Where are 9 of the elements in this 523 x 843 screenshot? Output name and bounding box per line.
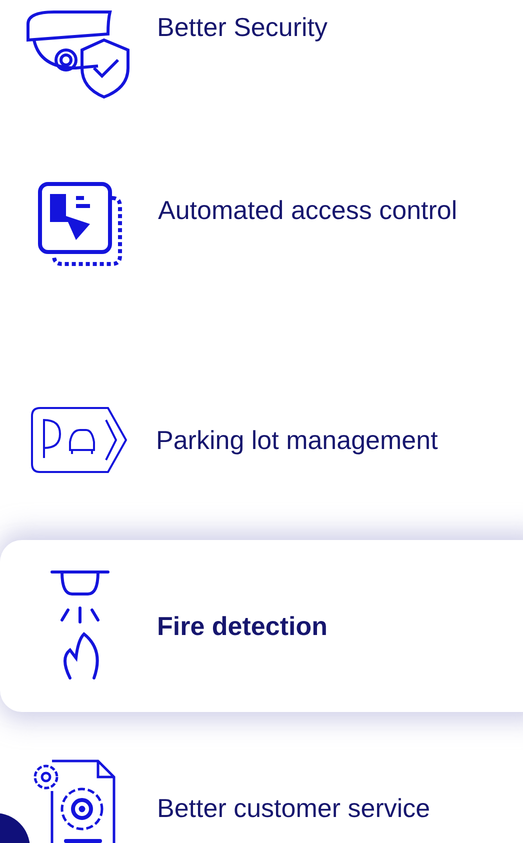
feature-label: Better customer service	[157, 792, 430, 824]
smoke-detector-fire-icon	[48, 570, 112, 682]
camera-shield-icon	[24, 10, 132, 100]
feature-label: Parking lot management	[156, 424, 438, 456]
feature-label: Automated access control	[158, 194, 458, 226]
feature-label: Better Security	[157, 12, 328, 43]
feature-card[interactable]: Fire detection	[0, 540, 523, 712]
parking-icon	[30, 406, 128, 474]
feature-label: Fire detection	[157, 610, 328, 642]
